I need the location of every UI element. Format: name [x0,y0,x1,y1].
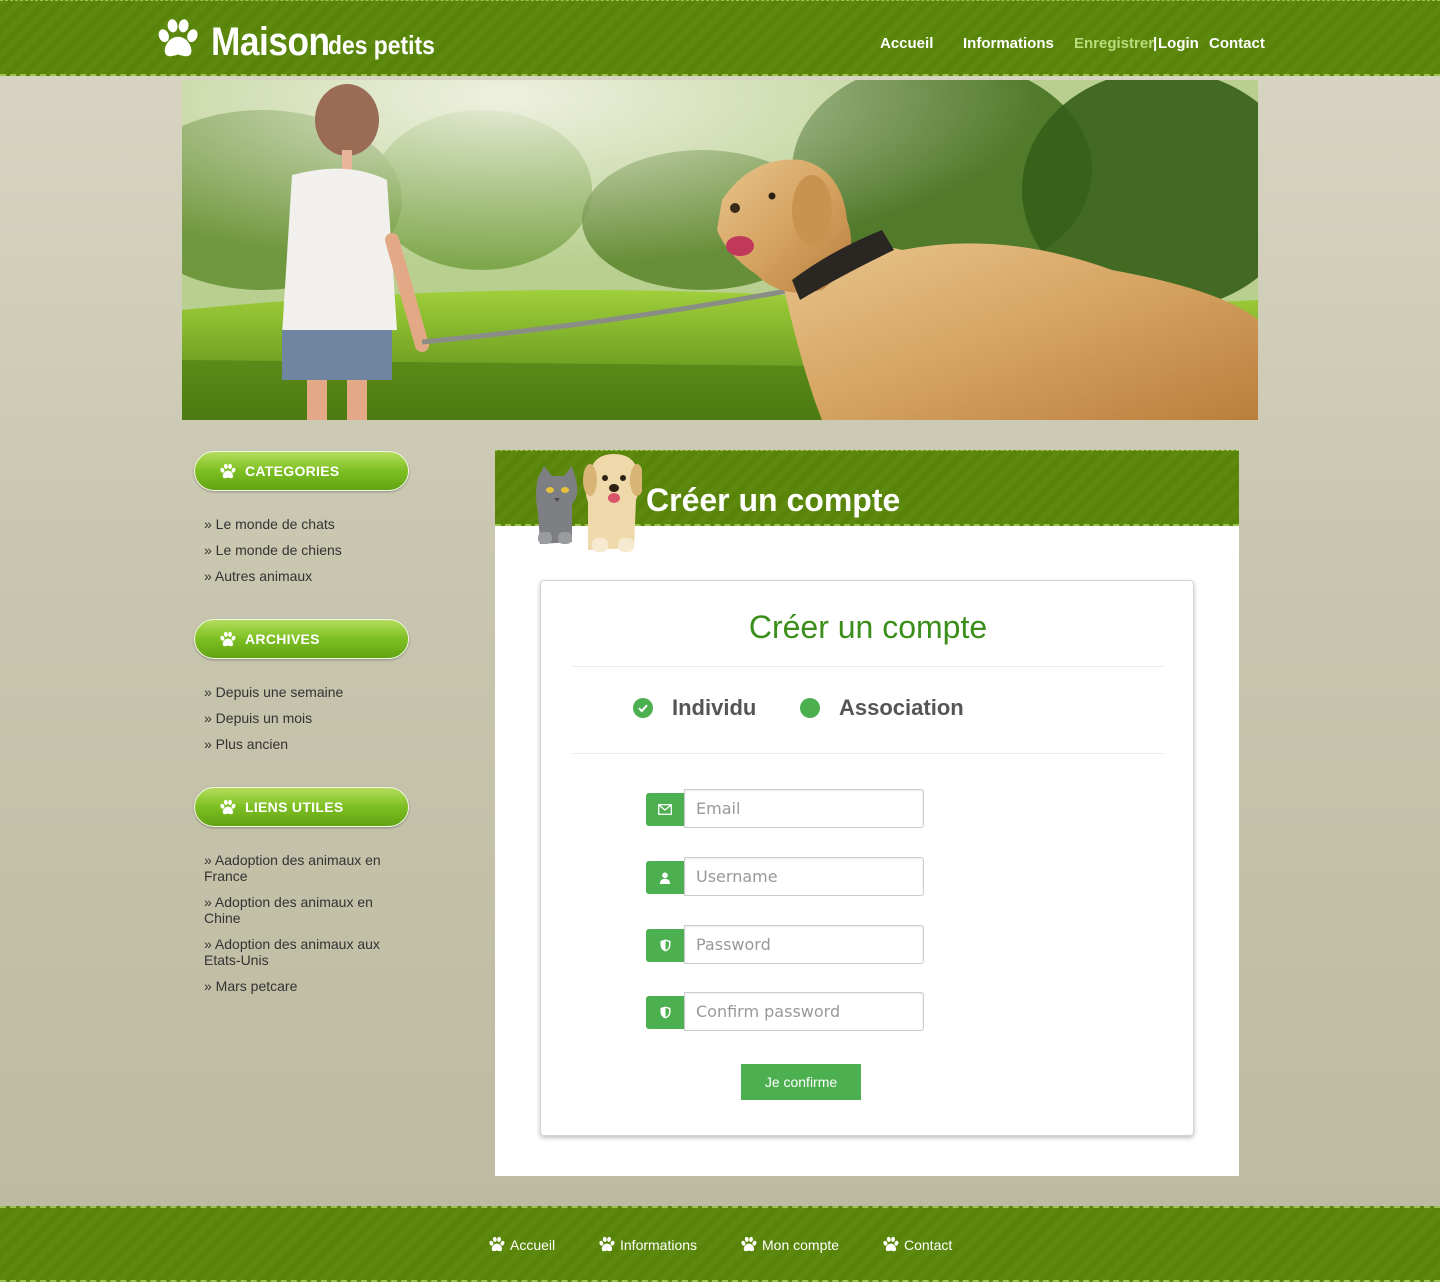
paw-logo-icon [155,17,199,61]
nav-enregistrer[interactable]: Enregistrer [1074,35,1154,52]
footer-accueil-label: Accueil [510,1236,556,1253]
site-header: Maison des petits Accueil Informations E… [0,0,1440,76]
card-title: Créer un compte [748,609,988,645]
username-field-group [646,857,924,896]
password-input[interactable] [684,925,924,964]
liens-list: » Aadoption des animaux en France » Adop… [204,852,409,1004]
sidebar-link-usa[interactable]: » Adoption des animaux aux Etats-Unis [204,936,409,968]
nav-login[interactable]: Login [1158,35,1199,52]
password-field-group [646,925,924,964]
sidebar-heading-categories: CATEGORIES [194,451,409,491]
radio-association-label: Association [839,695,964,720]
nav-contact[interactable]: Contact [1209,35,1265,52]
shield-icon [646,929,684,962]
hero-image [182,80,1258,420]
sidebar-link-autres[interactable]: » Autres animaux [204,568,409,584]
footer-informations-label: Informations [620,1236,698,1253]
username-input[interactable] [684,857,924,896]
paw-icon [598,1236,615,1253]
email-input[interactable] [684,789,924,828]
main-panel: Créer un compte Créer un compte Individu [495,450,1239,1176]
sidebar-link-semaine[interactable]: » Depuis une semaine [204,684,409,700]
envelope-icon [646,793,684,826]
sidebar-link-mars[interactable]: » Mars petcare [204,978,409,994]
sidebar-link-chiens[interactable]: » Le monde de chiens [204,542,409,558]
archives-list: » Depuis une semaine » Depuis un mois » … [204,684,409,762]
footer-link-accueil[interactable]: Accueil [488,1236,555,1253]
sidebar-link-chine[interactable]: » Adoption des animaux en Chine [204,894,409,926]
page-title: Créer un compte [646,482,901,518]
sidebar-heading-archives: ARCHIVES [194,619,409,659]
shield-icon [646,996,684,1029]
footer-link-contact[interactable]: Contact [882,1236,952,1253]
radio-individu-label: Individu [672,695,757,720]
hero-illustration [182,80,1258,420]
paw-icon [219,799,236,816]
confirm-button[interactable]: Je confirme [741,1064,861,1100]
categories-title: CATEGORIES [245,463,340,479]
logo-title: Maison [211,20,330,64]
liens-title: LIENS UTILES [245,799,344,815]
paw-icon [488,1236,505,1253]
paw-icon [882,1236,899,1253]
footer-link-compte[interactable]: Mon compte [740,1236,839,1253]
divider [571,666,1165,667]
footer-compte-label: Mon compte [762,1236,840,1253]
sidebar-link-france[interactable]: » Aadoption des animaux en France [204,852,409,884]
nav-separator: | [1153,35,1158,52]
check-icon [633,698,653,718]
user-icon [646,861,684,894]
paw-icon [219,463,236,480]
archives-title: ARCHIVES [245,631,320,647]
confirm-password-input[interactable] [684,992,924,1031]
paw-icon [740,1236,757,1253]
site-logo[interactable]: Maison des petits [155,15,449,65]
site-footer: Accueil Informations Mon compte Contact [0,1206,1440,1282]
radio-individu[interactable]: Individu [633,695,756,721]
cat-dog-illustration [536,454,642,552]
radio-dot-icon [800,698,820,718]
footer-link-informations[interactable]: Informations [598,1236,697,1253]
sidebar-link-ancien[interactable]: » Plus ancien [204,736,409,752]
paw-icon [219,631,236,648]
sidebar-heading-liens: LIENS UTILES [194,787,409,827]
signup-card: Créer un compte Individu Association Ema… [540,580,1194,1136]
email-field-group [646,789,924,828]
sidebar-link-mois[interactable]: » Depuis un mois [204,710,409,726]
confirm-password-field-group [646,992,924,1031]
sidebar-link-chats[interactable]: » Le monde de chats [204,516,409,532]
nav-accueil[interactable]: Accueil [880,35,933,52]
logo-subtitle: des petits [327,30,435,60]
radio-association[interactable]: Association [800,695,964,721]
categories-list: » Le monde de chats » Le monde de chiens… [204,516,409,594]
footer-contact-label: Contact [904,1236,953,1253]
nav-informations[interactable]: Informations [963,35,1054,52]
divider [571,753,1165,754]
